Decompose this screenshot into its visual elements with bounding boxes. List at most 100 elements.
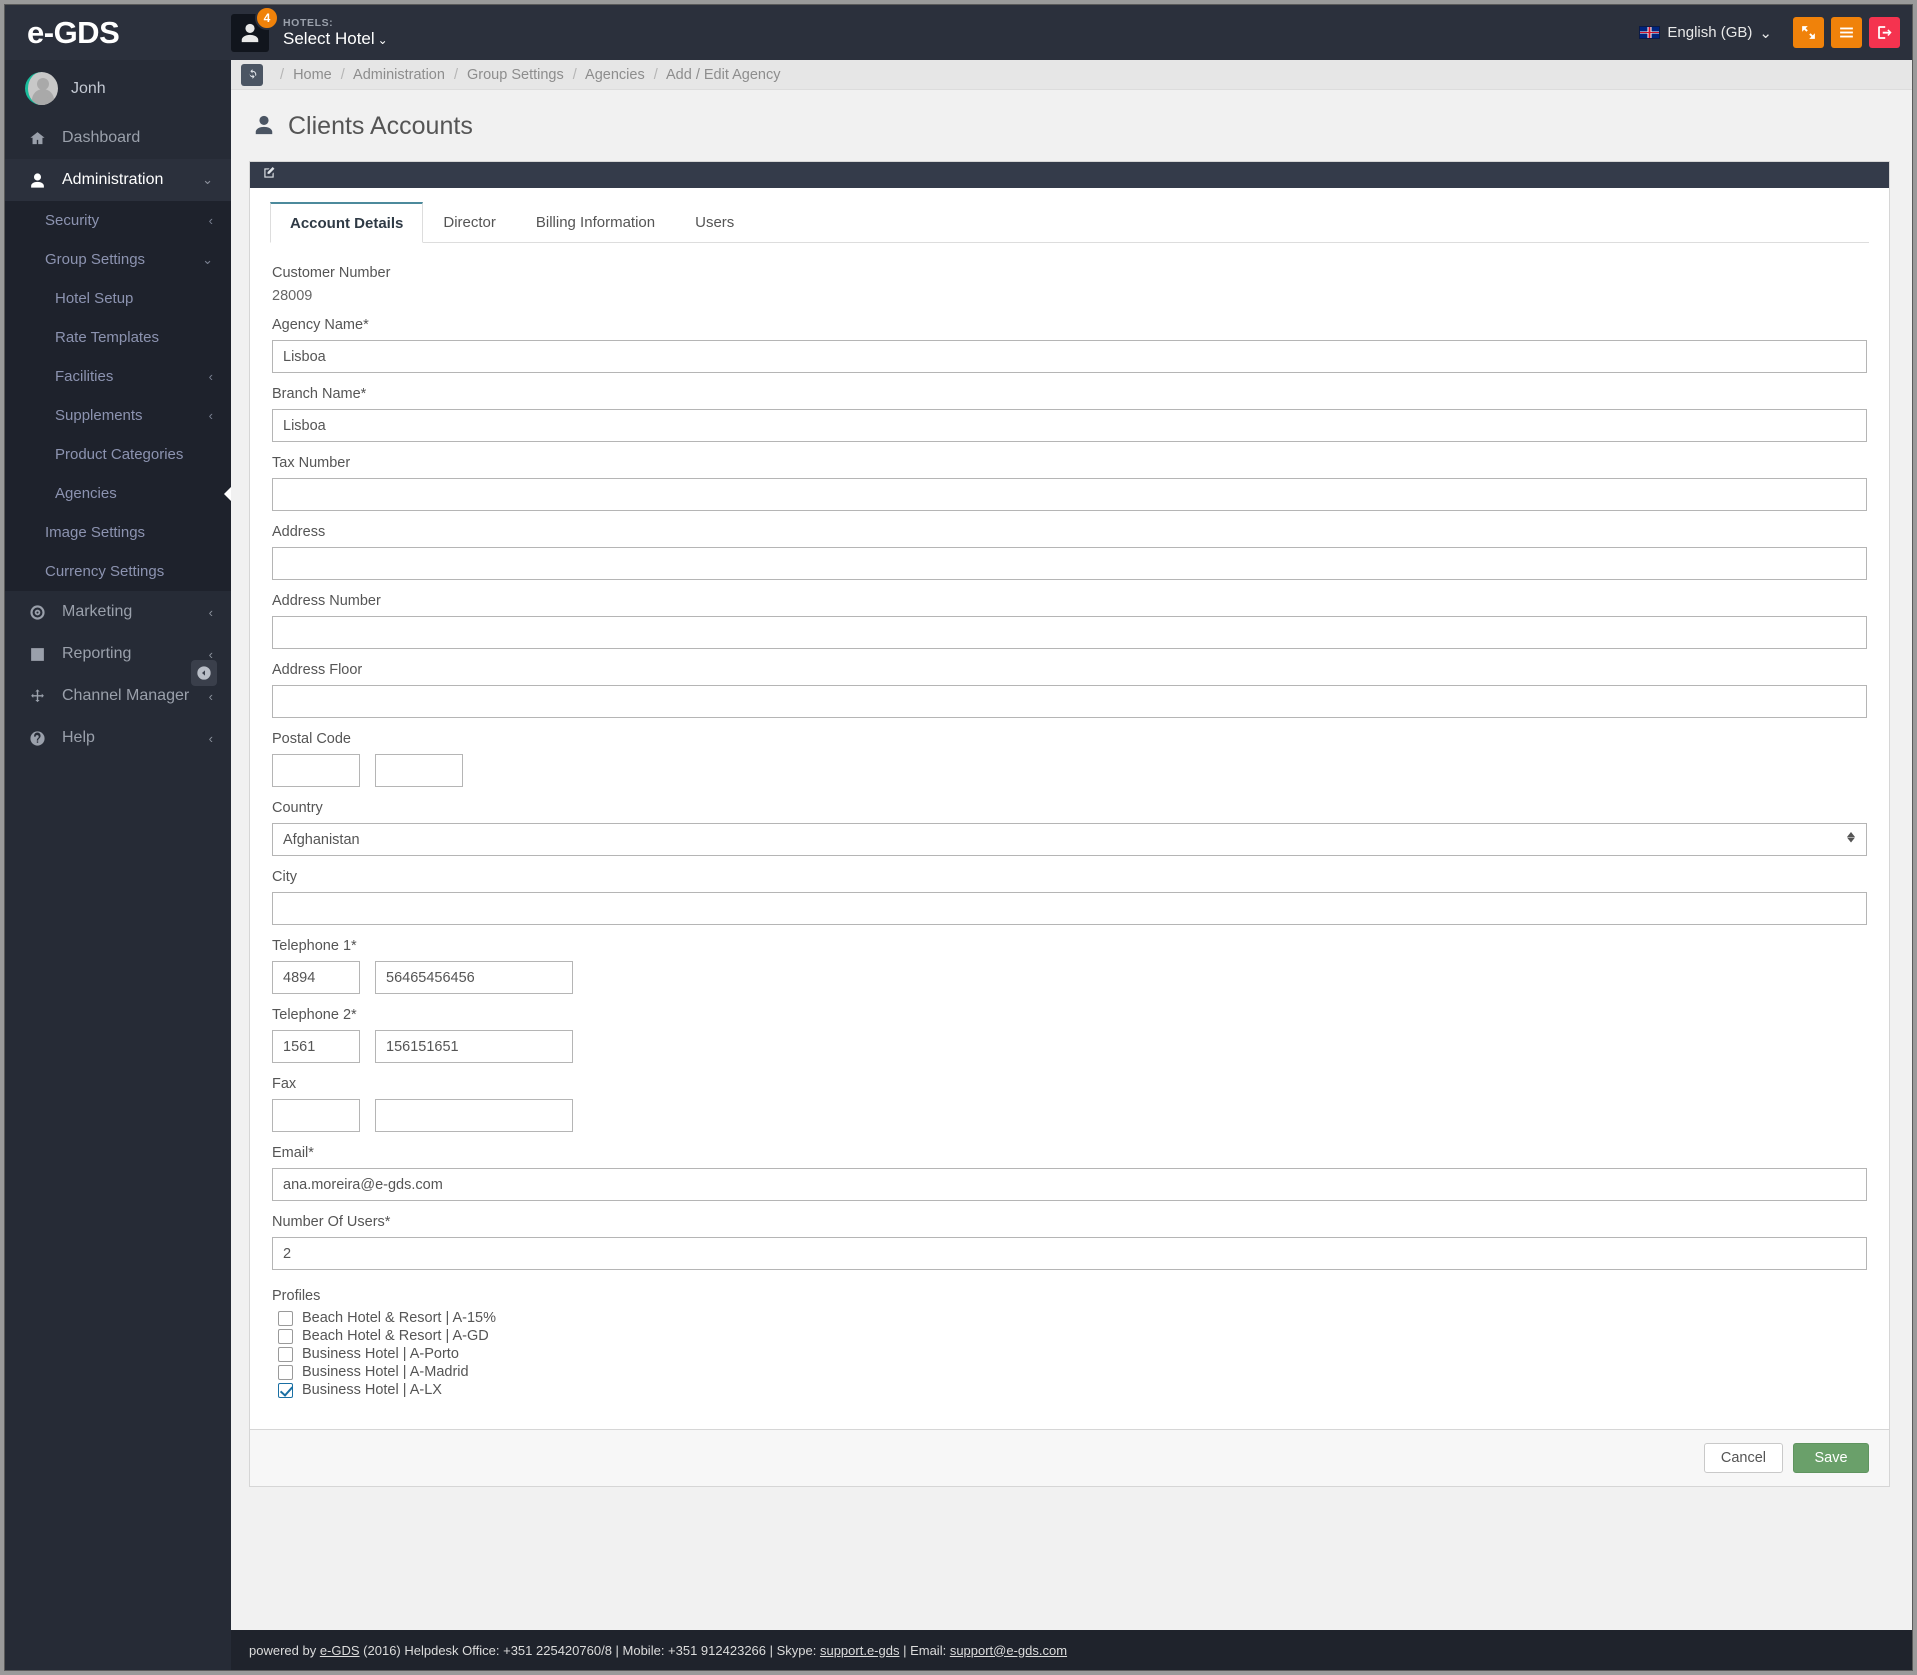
sidebar-subitem-label: Hotel Setup <box>55 290 134 307</box>
email-label: Email* <box>272 1145 314 1161</box>
avatar <box>25 72 58 105</box>
chevron-left-icon: ‹ <box>208 213 213 228</box>
tab-billing-information[interactable]: Billing Information <box>516 202 675 243</box>
list-item[interactable]: Beach Hotel & Resort | A-15% <box>272 1309 1867 1327</box>
sidebar-item-product-categories[interactable]: Product Categories <box>5 435 231 474</box>
breadcrumb-separator: / <box>572 66 577 83</box>
administration-submenu: Security ‹ Group Settings ⌄ Hotel Setup … <box>5 201 231 591</box>
profile-checkbox[interactable] <box>278 1382 293 1398</box>
app-logo[interactable]: e-GDS <box>5 15 231 51</box>
page-title: Clients Accounts <box>288 112 473 140</box>
page-footer: powered by e-GDS (2016) Helpdesk Office:… <box>231 1630 1912 1670</box>
telephone1-label: Telephone 1* <box>272 938 357 954</box>
hamburger-menu-icon[interactable] <box>1831 17 1862 48</box>
telephone2-prefix-input[interactable] <box>272 1030 360 1063</box>
sidebar-item-currency-settings[interactable]: Currency Settings <box>5 552 231 591</box>
address-number-group: Address Number <box>272 593 1867 649</box>
sidebar-item-help[interactable]: Help ‹ <box>5 717 231 759</box>
profile-checkbox[interactable] <box>278 1364 293 1380</box>
telephone1-number-input[interactable] <box>375 961 573 994</box>
email-field[interactable] <box>272 1168 1867 1201</box>
postal-code-input-1[interactable] <box>272 754 360 787</box>
address-input[interactable] <box>272 547 1867 580</box>
list-item[interactable]: Business Hotel | A-Porto <box>272 1345 1867 1363</box>
address-group: Address <box>272 524 1867 580</box>
telephone1-group: Telephone 1* <box>272 938 1867 994</box>
language-label: English (GB) <box>1667 24 1753 41</box>
hotel-selector[interactable]: 4 HOTELS: Select Hotel ⌄ <box>231 5 388 52</box>
telephone2-label: Telephone 2* <box>272 1007 357 1023</box>
notification-badge[interactable]: 4 <box>255 5 279 30</box>
tab-users[interactable]: Users <box>675 202 754 243</box>
refresh-icon[interactable] <box>241 63 263 86</box>
branch-name-input[interactable] <box>272 409 1867 442</box>
sidebar-subitem-label: Group Settings <box>45 251 146 268</box>
sidebar-user[interactable]: Jonh <box>5 60 231 117</box>
hotel-select-button[interactable]: Select Hotel ⌄ <box>283 29 388 49</box>
tab-director[interactable]: Director <box>423 202 516 243</box>
page-header: Clients Accounts <box>231 90 1912 161</box>
sidebar-item-hotel-setup[interactable]: Hotel Setup <box>5 279 231 318</box>
sidebar-item-marketing[interactable]: Marketing ‹ <box>5 591 231 633</box>
sidebar-item-group-settings[interactable]: Group Settings ⌄ <box>5 240 231 279</box>
postal-code-input-2[interactable] <box>375 754 463 787</box>
fax-number-input[interactable] <box>375 1099 573 1132</box>
sidebar-item-administration[interactable]: Administration ⌄ <box>5 159 231 201</box>
fax-prefix-input[interactable] <box>272 1099 360 1132</box>
breadcrumb-item-add-edit-agency[interactable]: Add / Edit Agency <box>666 67 780 83</box>
sidebar-item-label: Help <box>62 729 95 746</box>
chevron-down-icon: ⌄ <box>377 32 388 47</box>
telephone2-number-input[interactable] <box>375 1030 573 1063</box>
collapse-left-icon[interactable] <box>191 660 217 686</box>
chevron-down-icon: ⌄ <box>202 251 213 267</box>
breadcrumb-item-agencies[interactable]: Agencies <box>585 67 645 83</box>
address-number-input[interactable] <box>272 616 1867 649</box>
sidebar-item-agencies[interactable]: Agencies <box>5 474 231 513</box>
number-of-users-group: Number Of Users* <box>272 1214 1867 1270</box>
logout-icon[interactable] <box>1869 17 1900 48</box>
list-item[interactable]: Business Hotel | A-LX <box>272 1381 1867 1399</box>
sidebar-item-facilities[interactable]: Facilities ‹ <box>5 357 231 396</box>
address-floor-input[interactable] <box>272 685 1867 718</box>
cancel-button[interactable]: Cancel <box>1703 1443 1783 1473</box>
edit-pencil-icon[interactable] <box>262 166 276 184</box>
profile-checkbox[interactable] <box>278 1310 293 1326</box>
branch-name-label: Branch Name* <box>272 386 367 402</box>
sidebar-item-dashboard[interactable]: Dashboard <box>5 117 231 159</box>
sidebar-item-supplements[interactable]: Supplements ‹ <box>5 396 231 435</box>
sidebar-subitem-label: Security <box>45 212 100 229</box>
list-item[interactable]: Business Hotel | A-Madrid <box>272 1363 1867 1381</box>
breadcrumb-item-home[interactable]: Home <box>293 67 332 83</box>
language-selector[interactable]: English (GB) ⌄ <box>1639 24 1772 42</box>
breadcrumb-item-group-settings[interactable]: Group Settings <box>467 67 564 83</box>
content-panel: Account Details Director Billing Informa… <box>249 161 1890 1430</box>
sidebar-item-security[interactable]: Security ‹ <box>5 201 231 240</box>
breadcrumb-item-administration[interactable]: Administration <box>353 67 445 83</box>
profile-checkbox[interactable] <box>278 1346 293 1362</box>
panel-footer: Cancel Save <box>249 1430 1890 1487</box>
breadcrumb-separator: / <box>453 66 458 83</box>
number-of-users-input[interactable] <box>272 1237 1867 1270</box>
city-input[interactable] <box>272 892 1867 925</box>
footer-skype-link[interactable]: support.e-gds <box>820 1643 900 1658</box>
tab-account-details[interactable]: Account Details <box>270 202 424 243</box>
country-select[interactable]: Afghanistan <box>272 823 1867 856</box>
sidebar-item-image-settings[interactable]: Image Settings <box>5 513 231 552</box>
question-circle-icon <box>27 730 47 747</box>
profile-label: Business Hotel | A-LX <box>302 1382 442 1398</box>
sidebar-subitem-label: Product Categories <box>55 446 184 463</box>
agency-name-input[interactable] <box>272 340 1867 373</box>
save-button[interactable]: Save <box>1793 1443 1869 1473</box>
postal-code-row <box>272 754 1867 787</box>
address-label: Address <box>272 524 326 540</box>
telephone2-row <box>272 1030 1867 1063</box>
footer-brand-link[interactable]: e-GDS <box>320 1643 360 1658</box>
telephone1-prefix-input[interactable] <box>272 961 360 994</box>
tax-number-input[interactable] <box>272 478 1867 511</box>
expand-icon[interactable] <box>1793 17 1824 48</box>
list-item[interactable]: Beach Hotel & Resort | A-GD <box>272 1327 1867 1345</box>
email-group: Email* <box>272 1145 1867 1201</box>
sidebar-item-rate-templates[interactable]: Rate Templates <box>5 318 231 357</box>
profile-checkbox[interactable] <box>278 1328 293 1344</box>
footer-email-link[interactable]: support@e-gds.com <box>950 1643 1067 1658</box>
